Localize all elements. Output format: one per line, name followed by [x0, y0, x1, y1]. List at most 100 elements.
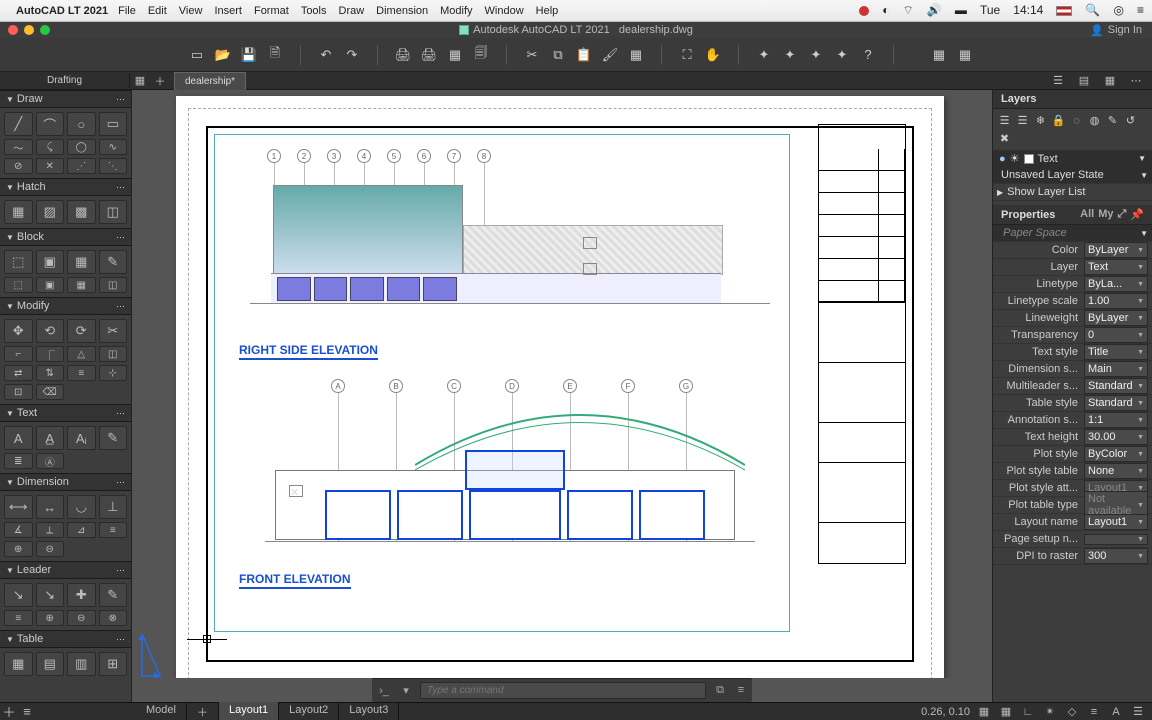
drawing-area[interactable]: 12345678 ✕ ✕ [132, 90, 992, 702]
draw-tool-4[interactable]: 〜 [4, 139, 33, 155]
prop-row-16[interactable]: Layout nameLayout1▼ [993, 514, 1152, 531]
ortho-toggle[interactable]: ∟ [1020, 704, 1036, 720]
app-menu[interactable]: AutoCAD LT 2021 [16, 5, 108, 17]
snap-toggle[interactable]: ▦ [976, 704, 992, 720]
block-tool-5[interactable]: ▣ [36, 277, 65, 293]
preview-button[interactable]: 🖨 [418, 44, 440, 66]
prop-row-13[interactable]: Plot style tableNone▼ [993, 463, 1152, 480]
dimension-tool-8[interactable]: ⊕ [4, 541, 33, 557]
modify-tool-2[interactable]: ⟳ [67, 319, 96, 343]
grid-toggle[interactable]: ▦ [998, 704, 1014, 720]
modify-tool-3[interactable]: ✂ [99, 319, 128, 343]
layer-freeze-icon[interactable]: ❄ [1033, 113, 1048, 128]
draw-tool-6[interactable]: ◯ [67, 139, 96, 155]
draw-tool-3[interactable]: ▭ [99, 112, 128, 136]
paste-button[interactable]: 📋 [573, 44, 595, 66]
measure-button[interactable]: ✦ [831, 44, 853, 66]
display-icon[interactable]: ◐ [882, 3, 889, 17]
page-setup-button[interactable]: ▦ [444, 44, 466, 66]
command-dropdown-icon[interactable]: ▾ [398, 683, 414, 699]
annoscale-toggle[interactable]: A [1108, 704, 1124, 720]
panel-header-text[interactable]: ▼Text⋯ [0, 404, 131, 422]
show-layer-list[interactable]: ▶Show Layer List [993, 184, 1152, 201]
saveas-button[interactable]: 🗎 [264, 44, 286, 66]
draw-tool-0[interactable]: ╱ [4, 112, 33, 136]
dimension-tool-7[interactable]: ≡ [99, 522, 128, 538]
dimension-tool-4[interactable]: ∡ [4, 522, 33, 538]
menu-view[interactable]: View [179, 5, 203, 17]
input-source-icon[interactable] [1056, 6, 1072, 16]
modify-tool-12[interactable]: ⊡ [4, 384, 33, 400]
leader-tool-6[interactable]: ⊖ [67, 610, 96, 626]
match-props-button[interactable]: 🖌 [599, 44, 621, 66]
prop-row-5[interactable]: Transparency0▼ [993, 327, 1152, 344]
window-minimize-button[interactable] [24, 25, 34, 35]
layout-tab-layout2[interactable]: Layout2 [279, 702, 339, 720]
menu-help[interactable]: Help [536, 5, 559, 17]
siri-icon[interactable]: ◎ [1113, 3, 1123, 17]
customize-status-icon[interactable]: ☰ [1130, 704, 1146, 720]
layer-prev-icon[interactable]: ↺ [1123, 113, 1138, 128]
text-tool-3[interactable]: ✎ [99, 426, 128, 450]
file-tab-active[interactable]: dealership* [174, 72, 246, 90]
copy-button[interactable]: ⧉ [547, 44, 569, 66]
draw-tool-8[interactable]: ⊘ [4, 158, 33, 174]
lineweight-toggle[interactable]: ≡ [1086, 704, 1102, 720]
prop-row-18[interactable]: DPI to raster300▼ [993, 548, 1152, 565]
prop-row-2[interactable]: LinetypeByLa...▼ [993, 276, 1152, 293]
modify-tool-6[interactable]: △ [67, 346, 96, 362]
prop-row-3[interactable]: Linetype scale1.00▼ [993, 293, 1152, 310]
dimension-tool-0[interactable]: ⟷ [4, 495, 33, 519]
draw-tool-5[interactable]: ⤹ [36, 139, 65, 155]
dimension-tool-5[interactable]: ⟂ [36, 522, 65, 538]
draw-tool-2[interactable]: ○ [67, 112, 96, 136]
layout-tab-layout3[interactable]: Layout3 [339, 702, 399, 720]
prop-row-9[interactable]: Table styleStandard▼ [993, 395, 1152, 412]
prop-row-6[interactable]: Text styleTitle▼ [993, 344, 1152, 361]
leader-tool-3[interactable]: ✎ [99, 583, 128, 607]
region-button[interactable]: ✦ [805, 44, 827, 66]
command-history-handle[interactable]: ≡ [734, 684, 748, 698]
leader-tool-5[interactable]: ⊕ [36, 610, 65, 626]
modify-tool-1[interactable]: ⟲ [36, 319, 65, 343]
clock-time[interactable]: 14:14 [1013, 3, 1043, 17]
new-button[interactable]: ▭ [186, 44, 208, 66]
panel-header-hatch[interactable]: ▼Hatch⋯ [0, 178, 131, 196]
command-customize-icon[interactable]: ⧉ [712, 683, 728, 699]
prop-row-10[interactable]: Annotation s...1:1▼ [993, 412, 1152, 429]
menu-modify[interactable]: Modify [440, 5, 472, 17]
block-tool-2[interactable]: ▦ [67, 250, 96, 274]
block-tool-7[interactable]: ◫ [99, 277, 128, 293]
prop-row-8[interactable]: Multileader s...Standard▼ [993, 378, 1152, 395]
zoom-extents-button[interactable]: ⛶ [676, 44, 698, 66]
panel-header-block[interactable]: ▼Block⋯ [0, 228, 131, 246]
layer-match-icon[interactable]: ✎ [1105, 113, 1120, 128]
prop-row-17[interactable]: Page setup n...▼ [993, 531, 1152, 548]
prop-row-15[interactable]: Plot table typeNot available▼ [993, 497, 1152, 514]
signin-link[interactable]: Sign In [1108, 24, 1142, 36]
props-expand-icon[interactable]: ⤢ [1117, 208, 1126, 221]
volume-icon[interactable]: 🔊 [927, 3, 942, 17]
props-all-filter[interactable]: All [1080, 208, 1094, 221]
menu-draw[interactable]: Draw [339, 5, 365, 17]
leader-tool-4[interactable]: ≡ [4, 610, 33, 626]
layout-tab-model[interactable]: Model [136, 702, 187, 720]
dimension-tool-1[interactable]: ↔ [36, 495, 65, 519]
viewport[interactable]: 12345678 ✕ ✕ [214, 134, 790, 632]
layout-mgr-button[interactable]: ≡ [18, 704, 36, 719]
spotlight-icon[interactable]: 🔍 [1085, 3, 1100, 17]
menu-window[interactable]: Window [485, 5, 524, 17]
table-tool-2[interactable]: ▥ [67, 652, 96, 676]
notification-center-icon[interactable]: ≡ [1137, 3, 1144, 17]
layer-lock-icon[interactable]: 🔒 [1051, 113, 1066, 128]
compare-button[interactable]: ▦ [954, 44, 976, 66]
modify-tool-8[interactable]: ⇄ [4, 365, 33, 381]
dimension-tool-6[interactable]: ⊿ [67, 522, 96, 538]
palette-props-icon[interactable]: ▤ [1076, 73, 1092, 89]
modify-tool-11[interactable]: ⊹ [99, 365, 128, 381]
prop-row-1[interactable]: LayerText▼ [993, 259, 1152, 276]
block-tool-1[interactable]: ▣ [36, 250, 65, 274]
draw-tool-11[interactable]: ⋱ [99, 158, 128, 174]
layout-add-button[interactable]: ＋ [0, 702, 18, 720]
layer-color-swatch[interactable] [1024, 154, 1034, 164]
